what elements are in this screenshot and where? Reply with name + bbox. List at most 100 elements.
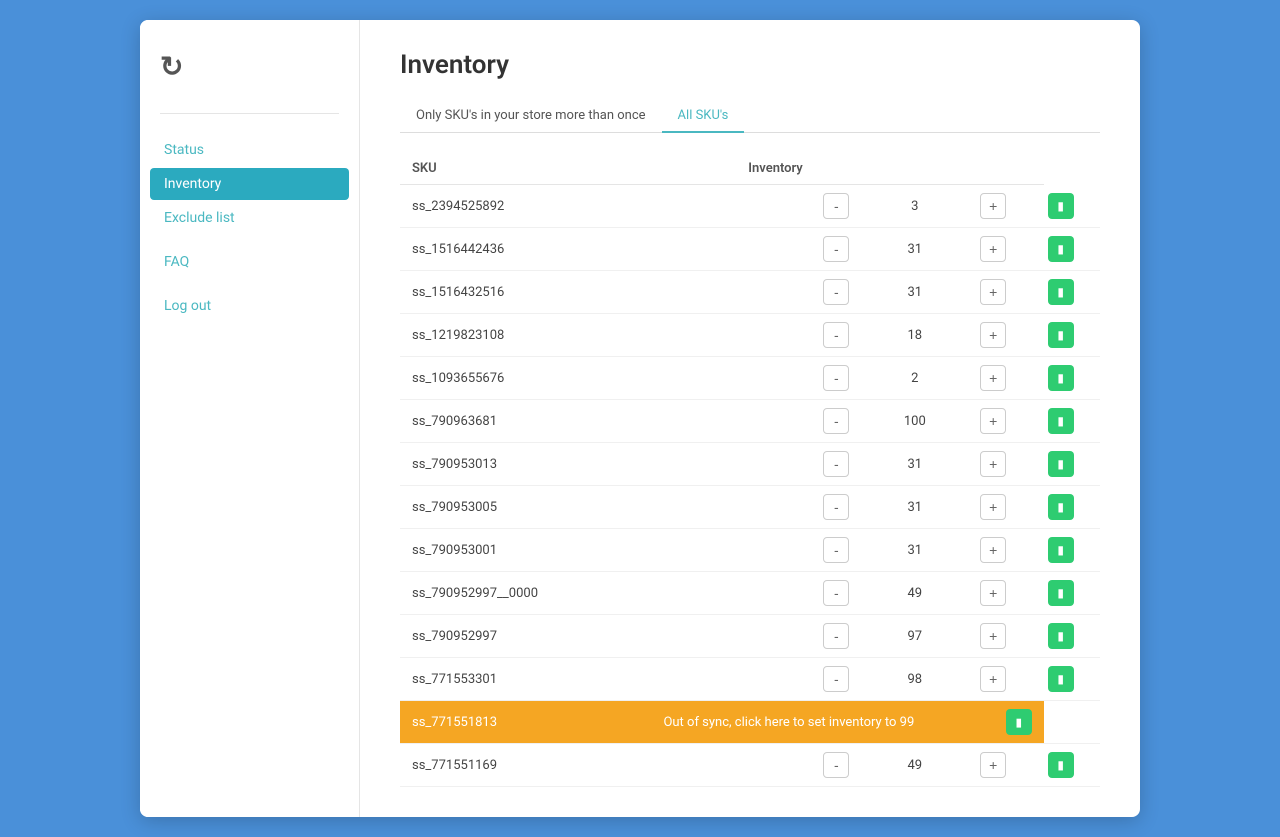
cell-increment: + xyxy=(976,744,1044,787)
inventory-table: SKU Inventory ss_2394525892-3+▮ss_151644… xyxy=(400,153,1100,787)
save-button[interactable]: ▮ xyxy=(1048,451,1074,477)
save-icon: ▮ xyxy=(1057,199,1064,213)
cell-save: ▮ xyxy=(1044,486,1100,529)
sidebar-item-exclude-list[interactable]: Exclude list xyxy=(150,202,349,234)
increment-button[interactable]: + xyxy=(980,279,1006,305)
cell-sku: ss_790953001 xyxy=(400,529,698,572)
save-button[interactable]: ▮ xyxy=(1048,537,1074,563)
sidebar-item-logout[interactable]: Log out xyxy=(150,290,349,322)
cell-save: ▮ xyxy=(1044,357,1100,400)
save-button[interactable]: ▮ xyxy=(1048,236,1074,262)
cell-decrement: - xyxy=(698,744,854,787)
save-icon: ▮ xyxy=(1057,500,1064,514)
increment-button[interactable]: + xyxy=(980,236,1006,262)
decrement-button[interactable]: - xyxy=(823,752,849,778)
cell-increment: + xyxy=(976,314,1044,357)
cell-increment: + xyxy=(976,400,1044,443)
cell-increment: + xyxy=(976,572,1044,615)
cell-decrement: - xyxy=(698,228,854,271)
cell-decrement: - xyxy=(698,615,854,658)
cell-decrement: - xyxy=(698,572,854,615)
save-button[interactable]: ▮ xyxy=(1048,494,1074,520)
cell-sku: ss_771553301 xyxy=(400,658,698,701)
table-row: ss_790952997__0000 -49+ ▮ xyxy=(400,572,1100,615)
tab-all-skus[interactable]: All SKU's xyxy=(662,100,745,133)
cell-inventory: 31 xyxy=(853,529,976,572)
tab-duplicates[interactable]: Only SKU's in your store more than once xyxy=(400,100,662,133)
decrement-button[interactable]: - xyxy=(823,580,849,606)
decrement-button[interactable]: - xyxy=(823,451,849,477)
cell-sku: ss_1219823108 xyxy=(400,314,698,357)
out-of-sync-sku: ss_771551813 xyxy=(412,715,572,730)
cell-increment: + xyxy=(976,615,1044,658)
save-button[interactable]: ▮ xyxy=(1048,666,1074,692)
cell-save: ▮ xyxy=(1044,271,1100,314)
cell-save: ▮ xyxy=(1044,572,1100,615)
sidebar-item-status[interactable]: Status xyxy=(150,134,349,166)
cell-save: ▮ xyxy=(1044,228,1100,271)
increment-button[interactable]: + xyxy=(980,580,1006,606)
increment-button[interactable]: + xyxy=(980,494,1006,520)
save-icon: ▮ xyxy=(1057,672,1064,686)
decrement-button[interactable]: - xyxy=(823,365,849,391)
cell-decrement: - xyxy=(698,314,854,357)
increment-button[interactable]: + xyxy=(980,408,1006,434)
increment-button[interactable]: + xyxy=(980,537,1006,563)
decrement-button[interactable]: - xyxy=(823,666,849,692)
tabs: Only SKU's in your store more than once … xyxy=(400,100,1100,133)
cell-inventory: 97 xyxy=(853,615,976,658)
cell-sku: ss_1093655676 xyxy=(400,357,698,400)
cell-decrement: - xyxy=(698,529,854,572)
sidebar-nav: Status Inventory Exclude list FAQ Log ou… xyxy=(140,134,359,322)
save-button[interactable]: ▮ xyxy=(1048,580,1074,606)
decrement-button[interactable]: - xyxy=(823,623,849,649)
cell-decrement: - xyxy=(698,185,854,228)
decrement-button[interactable]: - xyxy=(823,408,849,434)
cell-inventory: 3 xyxy=(853,185,976,228)
cell-increment: + xyxy=(976,658,1044,701)
cell-sku: ss_1516442436 xyxy=(400,228,698,271)
cell-save: ▮ xyxy=(1044,744,1100,787)
cell-sku: ss_2394525892 xyxy=(400,185,698,228)
cell-decrement: - xyxy=(698,486,854,529)
out-of-sync-message: Out of sync, click here to set inventory… xyxy=(582,715,996,730)
table-row: ss_771553301-98+▮ xyxy=(400,658,1100,701)
cell-increment: + xyxy=(976,271,1044,314)
cell-inventory: 49 xyxy=(853,572,976,615)
decrement-button[interactable]: - xyxy=(823,279,849,305)
decrement-button[interactable]: - xyxy=(823,537,849,563)
cell-increment: + xyxy=(976,486,1044,529)
save-button[interactable]: ▮ xyxy=(1006,709,1032,735)
decrement-button[interactable]: - xyxy=(823,236,849,262)
increment-button[interactable]: + xyxy=(980,623,1006,649)
save-button[interactable]: ▮ xyxy=(1048,408,1074,434)
increment-button[interactable]: + xyxy=(980,451,1006,477)
save-button[interactable]: ▮ xyxy=(1048,752,1074,778)
sidebar-item-inventory[interactable]: Inventory xyxy=(150,168,349,200)
save-button[interactable]: ▮ xyxy=(1048,365,1074,391)
cell-sku: ss_790952997__0000 xyxy=(400,572,698,615)
save-button[interactable]: ▮ xyxy=(1048,623,1074,649)
increment-button[interactable]: + xyxy=(980,666,1006,692)
decrement-button[interactable]: - xyxy=(823,494,849,520)
save-button[interactable]: ▮ xyxy=(1048,322,1074,348)
save-icon: ▮ xyxy=(1057,629,1064,643)
decrement-button[interactable]: - xyxy=(823,322,849,348)
save-button[interactable]: ▮ xyxy=(1048,193,1074,219)
cell-inventory: 31 xyxy=(853,271,976,314)
save-icon: ▮ xyxy=(1057,543,1064,557)
save-button[interactable]: ▮ xyxy=(1048,279,1074,305)
col-header-inventory: Inventory xyxy=(698,153,854,185)
sidebar-item-faq[interactable]: FAQ xyxy=(150,246,349,278)
decrement-button[interactable]: - xyxy=(823,193,849,219)
increment-button[interactable]: + xyxy=(980,193,1006,219)
increment-button[interactable]: + xyxy=(980,752,1006,778)
table-row: ss_1516432516-31+▮ xyxy=(400,271,1100,314)
save-icon: ▮ xyxy=(1057,457,1064,471)
save-icon: ▮ xyxy=(1057,586,1064,600)
cell-sku: ss_771551169 xyxy=(400,744,698,787)
table-row-out-of-sync[interactable]: ss_771551813 Out of sync, click here to s… xyxy=(400,701,1100,744)
increment-button[interactable]: + xyxy=(980,322,1006,348)
increment-button[interactable]: + xyxy=(980,365,1006,391)
save-icon: ▮ xyxy=(1057,285,1064,299)
